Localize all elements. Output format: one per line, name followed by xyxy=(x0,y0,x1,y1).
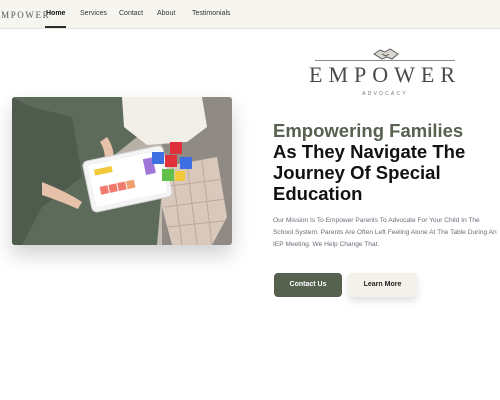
top-navigation: EMPOWER Home Services Contact About Test… xyxy=(0,0,500,29)
brand-logo: EMPOWER ADVOCACY xyxy=(300,40,470,100)
nav-item-services[interactable]: Services xyxy=(80,10,107,17)
nav-item-contact[interactable]: Contact xyxy=(119,10,143,17)
nav-item-home[interactable]: Home xyxy=(46,10,65,17)
headline-accent: Empowering Families xyxy=(273,120,464,141)
brand-tagline: ADVOCACY xyxy=(362,91,408,97)
headline-line-3: Education xyxy=(273,183,363,204)
nav-logo[interactable]: EMPOWER xyxy=(0,10,50,20)
handshake-icon xyxy=(373,48,399,60)
nav-item-about[interactable]: About xyxy=(157,10,175,17)
contact-us-button[interactable]: Contact Us xyxy=(274,273,342,297)
hero-description: Our Mission Is To Empower Parents To Adv… xyxy=(273,217,497,248)
hero-illustration xyxy=(12,97,232,245)
hero-headline: Empowering Families As They Navigate The… xyxy=(273,120,493,204)
nav-active-underline xyxy=(45,26,66,28)
nav-item-testimonials[interactable]: Testimonials xyxy=(192,10,231,17)
headline-line-1: As They Navigate The xyxy=(273,141,466,162)
headline-line-2: Journey Of Special xyxy=(273,162,441,183)
brand-wordmark: EMPOWER xyxy=(309,62,461,87)
learn-more-button[interactable]: Learn More xyxy=(348,273,417,297)
hero-photo xyxy=(12,97,232,245)
